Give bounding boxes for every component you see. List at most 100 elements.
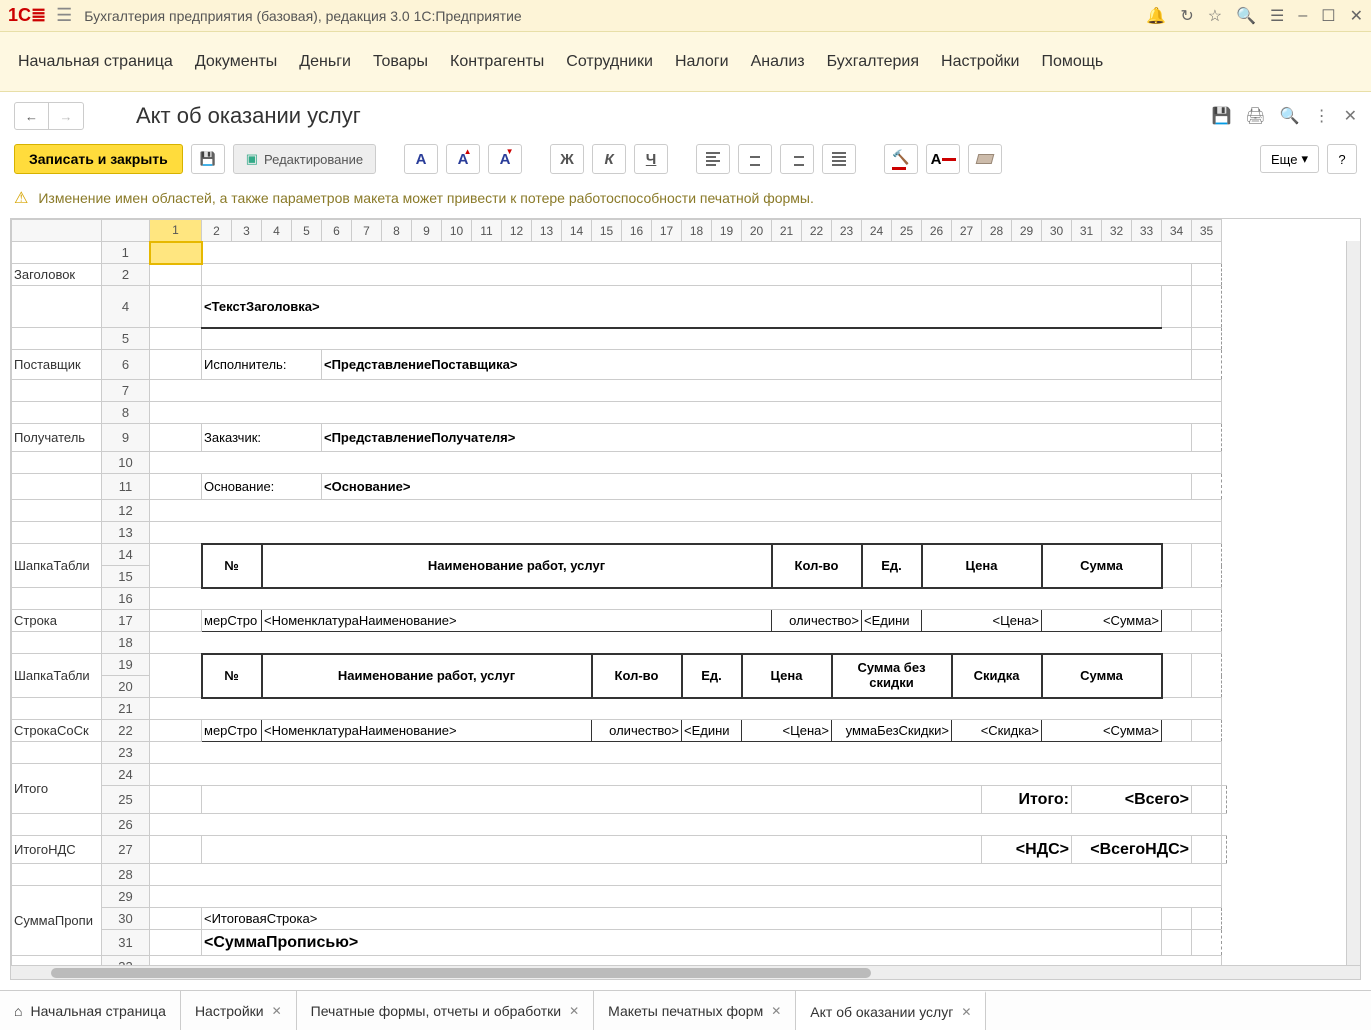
cell-h1-price[interactable]: Цена: [922, 544, 1042, 588]
cell-h2-price[interactable]: Цена: [742, 654, 832, 698]
col-header-23[interactable]: 23: [832, 220, 862, 242]
nav-back-button[interactable]: ←: [15, 103, 49, 129]
star-icon[interactable]: ☆: [1208, 6, 1222, 26]
col-header-8[interactable]: 8: [382, 220, 412, 242]
cell-r22-snd[interactable]: уммаБезСкидки>: [832, 720, 952, 742]
row-10[interactable]: 10: [12, 452, 1227, 474]
font-button[interactable]: А: [404, 144, 438, 174]
col-header-18[interactable]: 18: [682, 220, 712, 242]
row-13[interactable]: 13: [12, 522, 1227, 544]
cell-h1-unit[interactable]: Ед.: [862, 544, 922, 588]
rownum-16[interactable]: 16: [102, 588, 150, 610]
col-header-2[interactable]: 2: [202, 220, 232, 242]
rownum-11[interactable]: 11: [102, 474, 150, 500]
cell-h2-sumnodisc[interactable]: Сумма без скидки: [832, 654, 952, 698]
rownum-18[interactable]: 18: [102, 632, 150, 654]
vertical-scrollbar[interactable]: [1346, 241, 1360, 965]
cell-executor-label[interactable]: Исполнитель:: [202, 350, 322, 380]
col-header-3[interactable]: 3: [232, 220, 262, 242]
cell-r22-disc[interactable]: <Скидка>: [952, 720, 1042, 742]
tab-act[interactable]: Акт об оказании услуг ✕: [796, 991, 986, 1030]
menu-item-settings[interactable]: Настройки: [941, 53, 1019, 71]
col-header-28[interactable]: 28: [982, 220, 1012, 242]
tab-settings[interactable]: Настройки ✕: [181, 991, 297, 1030]
row-2[interactable]: Заголовок 2: [12, 264, 1227, 286]
tab-close-icon[interactable]: ✕: [272, 1004, 282, 1018]
rownum-1[interactable]: 1: [102, 242, 150, 264]
cell-customer-label[interactable]: Заказчик:: [202, 424, 322, 452]
rownum-14[interactable]: 14: [102, 544, 150, 566]
align-left-button[interactable]: [696, 144, 730, 174]
rownum-header[interactable]: [102, 220, 150, 242]
row-4[interactable]: 4 <ТекстЗаголовка>: [12, 286, 1227, 328]
rownum-32[interactable]: 32: [102, 956, 150, 966]
menu-item-help[interactable]: Помощь: [1041, 53, 1103, 71]
cell-title-text[interactable]: <ТекстЗаголовка>: [202, 286, 1162, 328]
row-8[interactable]: 8: [12, 402, 1227, 424]
rownum-26[interactable]: 26: [102, 814, 150, 836]
cell-h2-unit[interactable]: Ед.: [682, 654, 742, 698]
rownum-12[interactable]: 12: [102, 500, 150, 522]
help-button[interactable]: ?: [1327, 144, 1357, 174]
col-header-10[interactable]: 10: [442, 220, 472, 242]
align-center-button[interactable]: [738, 144, 772, 174]
cell-h2-num[interactable]: №: [202, 654, 262, 698]
rownum-22[interactable]: 22: [102, 720, 150, 742]
horizontal-scrollbar[interactable]: [11, 965, 1360, 979]
col-header-22[interactable]: 22: [802, 220, 832, 242]
write-close-button[interactable]: Записать и закрыть: [14, 144, 183, 174]
menu-item-goods[interactable]: Товары: [373, 53, 428, 71]
col-header-15[interactable]: 15: [592, 220, 622, 242]
print-icon[interactable]: 🖨: [1245, 106, 1265, 126]
selected-cell[interactable]: [150, 242, 202, 264]
cell-r17-num[interactable]: мерСтро: [202, 610, 262, 632]
cell-total-value[interactable]: <Всего>: [1072, 786, 1192, 814]
row-17[interactable]: Строка 17 мерСтро <НоменклатураНаименова…: [12, 610, 1227, 632]
row-19[interactable]: ШапкаТабли 19 № Наименование работ, услу…: [12, 654, 1227, 676]
rownum-17[interactable]: 17: [102, 610, 150, 632]
rownum-10[interactable]: 10: [102, 452, 150, 474]
col-header-35[interactable]: 35: [1192, 220, 1222, 242]
sheet-table[interactable]: 1 2 3 4 5 6 7 8 9 10 11 12 13 14 15 16 1…: [11, 219, 1227, 965]
tab-close-icon[interactable]: ✕: [771, 1004, 781, 1018]
menu-item-documents[interactable]: Документы: [195, 53, 277, 71]
row-16[interactable]: 16: [12, 588, 1227, 610]
col-header-33[interactable]: 33: [1132, 220, 1162, 242]
row-24[interactable]: Итого24: [12, 764, 1227, 786]
col-header-4[interactable]: 4: [262, 220, 292, 242]
cell-total-row[interactable]: <ИтоговаяСтрока>: [202, 908, 1162, 930]
cell-h2-disc[interactable]: Скидка: [952, 654, 1042, 698]
save-button[interactable]: 💾: [191, 144, 225, 174]
cell-h2-qty[interactable]: Кол-во: [592, 654, 682, 698]
font-decrease-button[interactable]: А▼: [488, 144, 522, 174]
rownum-29[interactable]: 29: [102, 886, 150, 908]
cell-r22-name[interactable]: <НоменклатураНаименование>: [262, 720, 592, 742]
cell-h1-qty[interactable]: Кол-во: [772, 544, 862, 588]
rownum-30[interactable]: 30: [102, 908, 150, 930]
bell-icon[interactable]: 🔔: [1146, 6, 1166, 26]
col-header-9[interactable]: 9: [412, 220, 442, 242]
rownum-2[interactable]: 2: [102, 264, 150, 286]
row-9[interactable]: Получатель 9 Заказчик: <ПредставлениеПол…: [12, 424, 1227, 452]
menu-item-employees[interactable]: Сотрудники: [566, 53, 653, 71]
menu-item-money[interactable]: Деньги: [299, 53, 351, 71]
search-icon[interactable]: 🔍: [1236, 6, 1256, 26]
rownum-27[interactable]: 27: [102, 836, 150, 864]
cell-basis-value[interactable]: <Основание>: [322, 474, 1192, 500]
underline-button[interactable]: Ч: [634, 144, 668, 174]
sheet-scroll[interactable]: 1 2 3 4 5 6 7 8 9 10 11 12 13 14 15 16 1…: [11, 219, 1360, 965]
row-12[interactable]: 12: [12, 500, 1227, 522]
tab-print-forms[interactable]: Печатные формы, отчеты и обработки ✕: [297, 991, 594, 1030]
col-header-25[interactable]: 25: [892, 220, 922, 242]
cell-total-label[interactable]: Итого:: [982, 786, 1072, 814]
font-increase-button[interactable]: А▲: [446, 144, 480, 174]
col-header-1[interactable]: 1: [150, 220, 202, 242]
close-page-icon[interactable]: ✕: [1344, 106, 1357, 126]
cell-h1-sum[interactable]: Сумма: [1042, 544, 1162, 588]
bold-button[interactable]: Ж: [550, 144, 584, 174]
edit-mode-button[interactable]: ▣ Редактирование: [233, 144, 376, 174]
cell-r17-name[interactable]: <НоменклатураНаименование>: [262, 610, 772, 632]
col-header-5[interactable]: 5: [292, 220, 322, 242]
cell-h2-sum[interactable]: Сумма: [1042, 654, 1162, 698]
row-22[interactable]: СтрокаСоСк 22 мерСтро <НоменклатураНаиме…: [12, 720, 1227, 742]
